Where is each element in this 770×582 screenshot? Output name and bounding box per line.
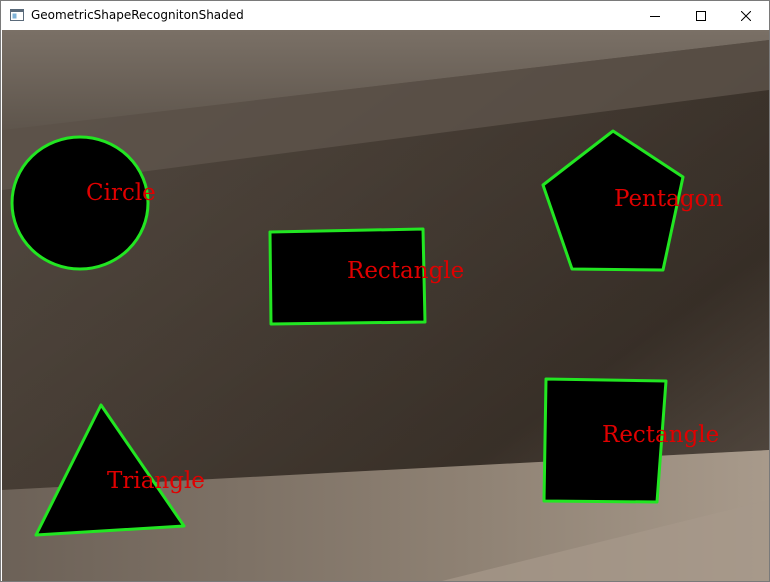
image-viewport: Circle Rectangle Pentagon Triangle Recta… [2,30,769,581]
close-icon [741,10,751,21]
maximize-icon [696,10,706,21]
shape-label: Triangle [107,468,205,494]
window-title: GeometricShapeRecognitonShaded [31,8,244,22]
shape-label: Rectangle [602,422,719,448]
app-window: GeometricShapeRecognitonShaded Circle Re… [0,0,770,582]
shape-label: Circle [86,180,156,206]
minimize-icon [650,15,660,17]
detection-canvas: Circle Rectangle Pentagon Triangle Recta… [2,30,769,581]
shape-label: Rectangle [347,258,464,284]
close-button[interactable] [723,1,769,30]
app-window-icon [10,9,24,21]
minimize-button[interactable] [632,1,678,30]
shape-label: Pentagon [614,186,723,212]
maximize-button[interactable] [678,1,724,30]
title-bar[interactable]: GeometricShapeRecognitonShaded [1,1,769,30]
